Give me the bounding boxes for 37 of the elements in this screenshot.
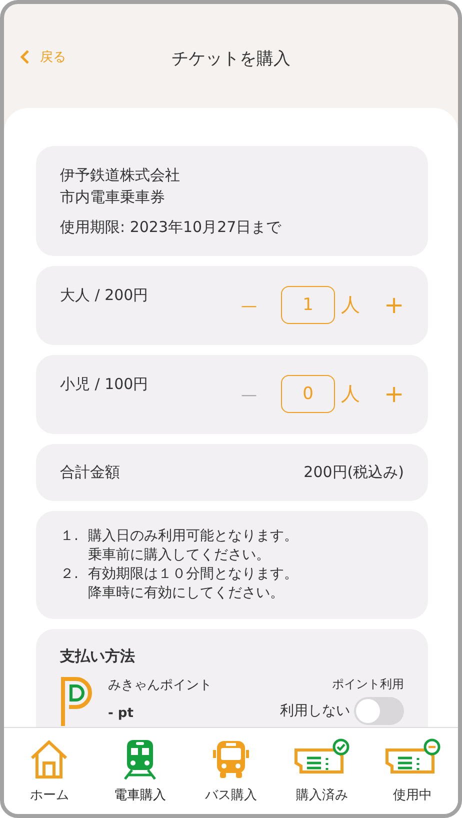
note-text: 降車時に有効にしてください。: [88, 584, 285, 603]
note-text: 購入日のみ利用可能となります。: [88, 527, 298, 546]
note-text: 有効期限は１０分間となります。: [88, 565, 298, 584]
total-label: 合計金額: [60, 463, 120, 482]
nav-tab[interactable]: 購入済み: [280, 738, 364, 804]
quantity-field[interactable]: 1: [281, 286, 335, 324]
note-number: １.: [60, 527, 78, 546]
quantity-field[interactable]: 0: [281, 375, 335, 413]
point-balance: - pt: [108, 706, 134, 721]
nav-tab[interactable]: ホーム: [7, 738, 92, 804]
chevron-left-icon: [20, 50, 30, 64]
page-title: チケットを購入: [172, 48, 290, 70]
company-name: 伊予鉄道株式会社: [60, 165, 181, 186]
toggle-label: 利用しない: [280, 702, 350, 720]
total-amount: 200円(税込み): [304, 463, 404, 482]
section-title: 支払い方法: [60, 647, 136, 666]
note-text: 乗車前に購入してください。: [88, 546, 271, 565]
plus-button[interactable]: +: [384, 291, 404, 319]
point-name: みきゃんポイント: [108, 677, 213, 694]
unit-label: 人: [341, 382, 360, 407]
ticket-name: 市内電車乗車券: [60, 187, 166, 208]
note-number: ２.: [60, 565, 78, 584]
fare-label: 小児 / 100円: [60, 375, 148, 394]
unit-label: 人: [341, 293, 360, 318]
fare-label: 大人 / 200円: [60, 286, 148, 305]
expiry-text: 使用期限: 2023年10月27日まで: [60, 217, 282, 238]
back-button[interactable]: 戻る: [20, 48, 66, 66]
nav-tab[interactable]: 使用中: [370, 738, 455, 804]
train-icon: [122, 738, 158, 780]
nav-tab[interactable]: バス購入: [188, 738, 273, 804]
point-logo-icon: [60, 676, 94, 726]
plus-button[interactable]: +: [384, 380, 404, 408]
minus-button[interactable]: —: [231, 296, 267, 314]
nav-tab[interactable]: 電車購入: [98, 738, 182, 804]
point-use-label: ポイント利用: [332, 676, 404, 693]
bus-icon: [212, 738, 250, 780]
toggle-switch[interactable]: [354, 697, 404, 725]
